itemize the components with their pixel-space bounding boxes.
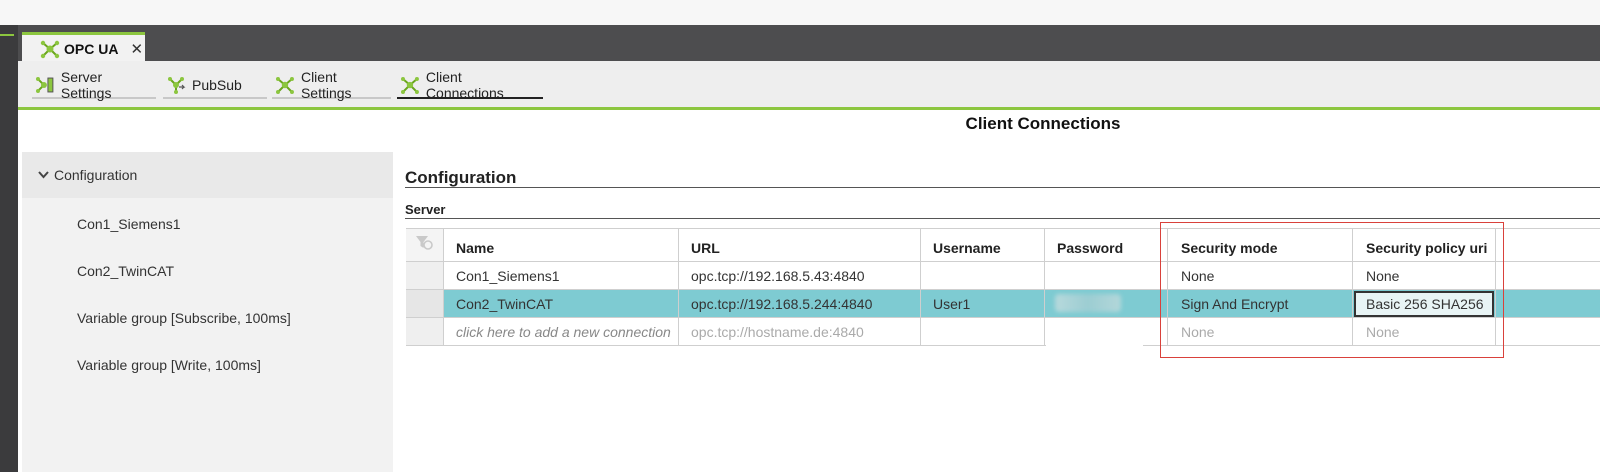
- cell-name[interactable]: Con1_Siemens1: [456, 268, 560, 284]
- grid-line: [920, 228, 921, 346]
- masked-password[interactable]: [1055, 294, 1121, 312]
- cell-security-policy[interactable]: None: [1366, 268, 1399, 284]
- tree-item-con1-siemens1[interactable]: Con1_Siemens1: [77, 216, 181, 232]
- cell-security-mode[interactable]: None: [1181, 268, 1214, 284]
- row-header-cell[interactable]: [406, 262, 443, 289]
- column-header-security-mode[interactable]: Security mode: [1181, 240, 1277, 256]
- grid-line: [678, 228, 679, 346]
- grid-line: [406, 289, 1600, 290]
- cell-security-mode[interactable]: Sign And Encrypt: [1181, 296, 1288, 312]
- window-top-strip: [0, 0, 1600, 25]
- client-settings-icon: [275, 77, 294, 94]
- client-settings-label: Client Settings: [300, 69, 352, 101]
- tab-bar: [0, 25, 1600, 61]
- server-settings-label: Server Settings: [60, 69, 112, 101]
- tree-node-configuration[interactable]: Configuration: [22, 152, 393, 198]
- left-edge-accent: [0, 34, 14, 36]
- column-header-security-policy-uri[interactable]: Security policy uri: [1366, 240, 1487, 256]
- filter-header-cell[interactable]: [406, 228, 443, 261]
- grid-line: [1495, 228, 1496, 346]
- column-header-url[interactable]: URL: [691, 240, 720, 256]
- cell-username[interactable]: User1: [933, 296, 970, 312]
- new-connection-security-mode-placeholder[interactable]: None: [1181, 324, 1214, 340]
- grid-line: [406, 345, 1600, 346]
- grid-line: [1044, 228, 1045, 346]
- cell-url[interactable]: opc.tcp://192.168.5.244:4840: [691, 296, 872, 312]
- chevron-down-icon[interactable]: [38, 168, 49, 182]
- row-header-cell[interactable]: [406, 318, 443, 345]
- client-settings-button[interactable]: Client Settings: [272, 69, 391, 101]
- row-header-cell[interactable]: [406, 290, 443, 317]
- password-cell-background: [1046, 318, 1143, 348]
- tab-opc-ua-label: OPC UA: [64, 40, 119, 57]
- section-heading-configuration: Configuration: [405, 168, 1600, 188]
- filter-icon[interactable]: [415, 234, 433, 252]
- page-title: Client Connections: [965, 114, 1121, 133]
- grid-line: [406, 228, 1600, 229]
- left-panel-edge: [0, 25, 18, 472]
- new-connection-url-placeholder[interactable]: opc.tcp://hostname.de:4840: [691, 324, 864, 340]
- new-connection-name-placeholder[interactable]: click here to add a new connection: [456, 324, 671, 340]
- grid-line: [406, 317, 1600, 318]
- tree-item-con2-twincat[interactable]: Con2_TwinCAT: [77, 263, 174, 279]
- client-connections-button[interactable]: Client Connections: [397, 69, 543, 101]
- server-settings-icon: [35, 77, 54, 93]
- toolbar-accent-rule: [18, 107, 1600, 110]
- server-settings-button[interactable]: Server Settings: [32, 69, 156, 101]
- close-icon[interactable]: ✕: [130, 40, 143, 58]
- cell-security-policy[interactable]: Basic 256 SHA256: [1366, 296, 1484, 312]
- grid-line: [1167, 228, 1168, 346]
- subsection-heading-server: Server: [405, 202, 1600, 219]
- column-header-username[interactable]: Username: [933, 240, 1001, 256]
- tree-item-variable-group-write[interactable]: Variable group [Write, 100ms]: [77, 357, 261, 373]
- column-header-name[interactable]: Name: [456, 240, 494, 256]
- column-header-password[interactable]: Password: [1057, 240, 1123, 256]
- pubsub-icon: [168, 77, 186, 94]
- client-connections-label: Client Connections: [425, 69, 504, 101]
- pubsub-button[interactable]: PubSub: [163, 73, 267, 99]
- tree-node-configuration-label: Configuration: [54, 167, 138, 183]
- grid-line: [406, 261, 1600, 262]
- cell-name[interactable]: Con2_TwinCAT: [456, 296, 553, 312]
- tab-opc-ua[interactable]: OPC UA ✕: [22, 32, 145, 62]
- opc-ua-icon: [40, 40, 60, 58]
- pubsub-label: PubSub: [192, 77, 242, 93]
- grid-line: [1352, 228, 1353, 346]
- client-connections-icon: [400, 77, 419, 94]
- tree-item-variable-group-subscribe[interactable]: Variable group [Subscribe, 100ms]: [77, 310, 291, 326]
- new-connection-security-policy-placeholder[interactable]: None: [1366, 324, 1399, 340]
- cell-url[interactable]: opc.tcp://192.168.5.43:4840: [691, 268, 865, 284]
- grid-line: [443, 228, 444, 346]
